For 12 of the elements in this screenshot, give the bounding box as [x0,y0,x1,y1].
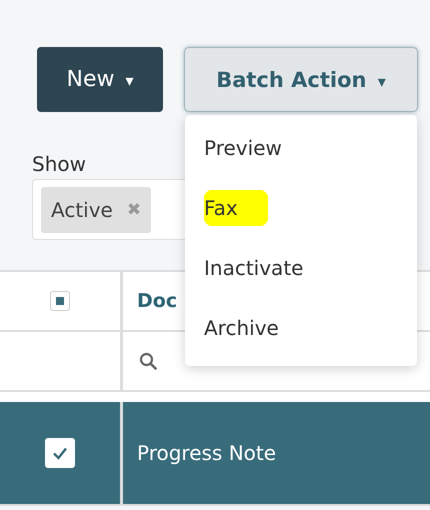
row-checkbox[interactable] [45,438,75,468]
batch-action-button[interactable]: Batch Action ▾ [184,47,418,112]
menu-item[interactable]: Archive [185,298,417,358]
menu-item[interactable]: Preview [185,118,417,178]
column-header[interactable]: Doc [123,290,178,312]
tag-label: Active [51,198,113,222]
select-all-checkbox[interactable] [50,291,70,311]
menu-item[interactable]: Inactivate [185,238,417,298]
search-icon[interactable] [139,352,157,370]
filter-label: Show [32,152,87,176]
new-button[interactable]: New ▾ [37,47,163,112]
table-cell-text: Progress Note [136,441,276,465]
